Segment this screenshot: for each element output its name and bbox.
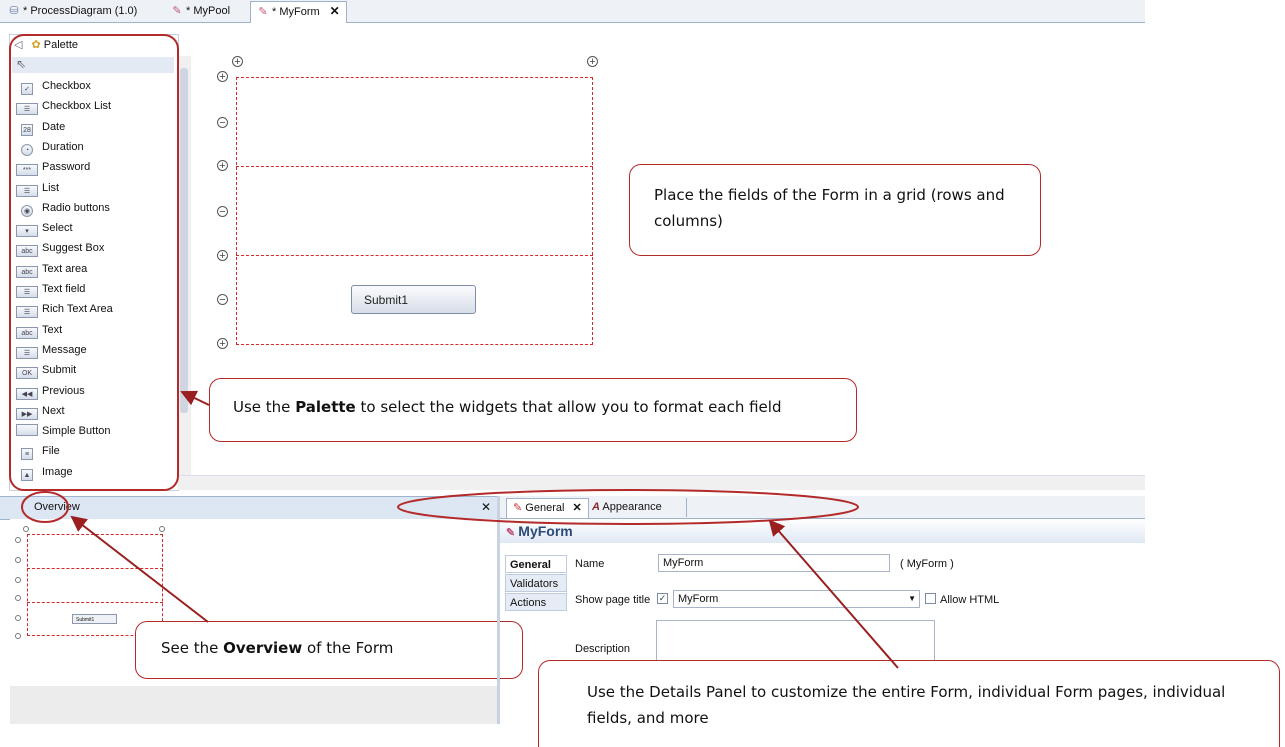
annotation-overlay — [9, 34, 899, 669]
arrow-to-overview — [70, 515, 209, 623]
details-tabs-highlight — [397, 489, 859, 525]
arrow-to-details — [768, 519, 899, 669]
overview-highlight — [21, 491, 69, 523]
overview-handles — [15, 526, 165, 639]
arrow-to-palette — [180, 390, 210, 406]
palette-highlight — [9, 34, 179, 491]
